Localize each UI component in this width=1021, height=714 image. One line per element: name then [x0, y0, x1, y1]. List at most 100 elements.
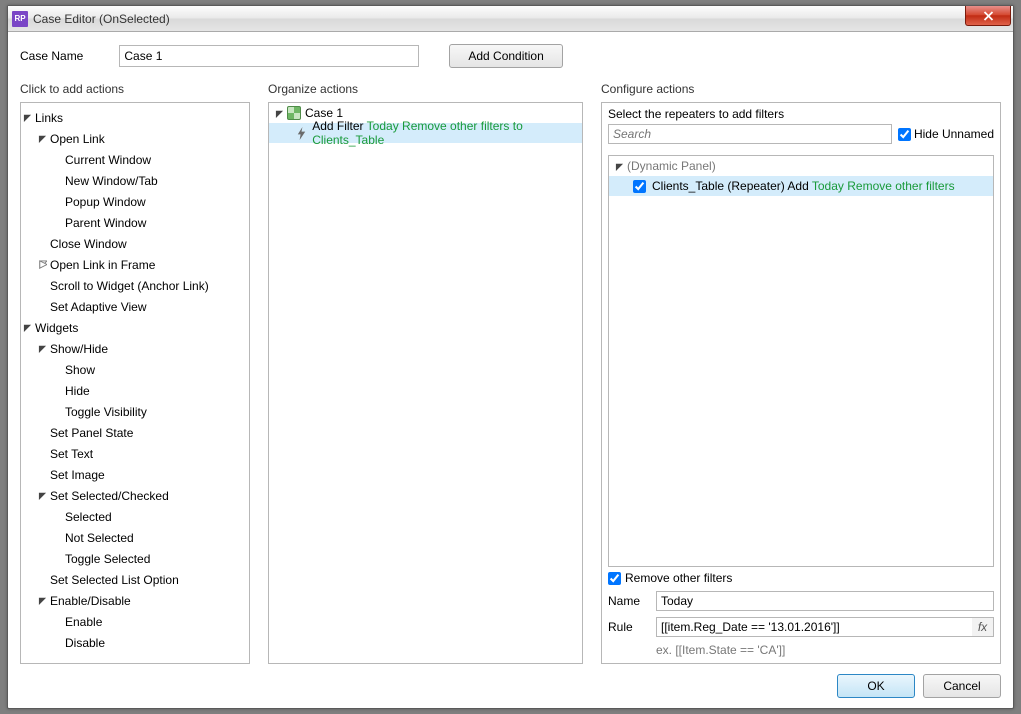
case-icon [287, 106, 301, 120]
action-tree-item[interactable]: Current Window [21, 149, 249, 170]
action-tree-item[interactable]: Disable [21, 632, 249, 653]
dialog-body: Case Name Add Condition Click to add act… [8, 32, 1013, 708]
chevron-down-icon [36, 490, 48, 502]
footer: OK Cancel [20, 664, 1001, 698]
action-tree-item[interactable]: Set Panel State [21, 422, 249, 443]
action-tree-item[interactable]: Set Text [21, 443, 249, 464]
chevron-down-icon [36, 343, 48, 355]
action-tree-item[interactable]: Parent Window [21, 212, 249, 233]
rule-example: ex. [[Item.State == 'CA']] [656, 643, 994, 657]
hide-unnamed-toggle[interactable]: Hide Unnamed [898, 127, 994, 141]
action-tree-label: Popup Window [65, 195, 146, 209]
organize-column: Organize actions Case 1 [268, 82, 583, 664]
tree-group-label: (Dynamic Panel) [627, 159, 716, 173]
close-icon [983, 11, 994, 21]
action-tree-item[interactable]: Show [21, 359, 249, 380]
action-tree-label: Open Link in Frame [50, 258, 155, 272]
chevron-down-icon [36, 595, 48, 607]
rule-label: Rule [608, 620, 648, 634]
action-tree-item[interactable]: Selected [21, 506, 249, 527]
tree-group-row[interactable]: (Dynamic Panel) [609, 156, 993, 176]
tree-item-checkbox[interactable] [633, 180, 646, 193]
search-input[interactable] [608, 124, 892, 144]
organize-action-row[interactable]: Add Filter Today Remove other filters to… [269, 123, 582, 143]
organize-panel: Case 1 Add Filter Today Remove other fil… [268, 102, 583, 664]
action-tree-label: Hide [65, 384, 90, 398]
ok-button[interactable]: OK [837, 674, 915, 698]
action-tree-label: Show [65, 363, 95, 377]
action-tree-item[interactable]: Toggle Selected [21, 548, 249, 569]
action-tree-item[interactable]: Scroll to Widget (Anchor Link) [21, 275, 249, 296]
remove-filters-row[interactable]: Remove other filters [608, 571, 994, 585]
action-tree-item[interactable]: Set Selected List Option [21, 569, 249, 590]
rule-row: Rule fx [608, 617, 994, 637]
action-tree-item[interactable]: Open Link [21, 128, 249, 149]
action-tree-item[interactable]: New Window/Tab [21, 170, 249, 191]
action-tree-label: Scroll to Widget (Anchor Link) [50, 279, 209, 293]
action-tree-item[interactable]: Set Image [21, 464, 249, 485]
action-tree-label: Disable [65, 636, 105, 650]
action-tree-item[interactable]: Set Adaptive View [21, 296, 249, 317]
action-tree-item[interactable]: Open Link in Frame [21, 254, 249, 275]
action-tree-label: Toggle Visibility [65, 405, 147, 419]
chevron-down-icon [613, 160, 625, 172]
action-tree-item[interactable]: Toggle Visibility [21, 401, 249, 422]
organize-case-label: Case 1 [305, 106, 343, 120]
action-tree-item[interactable]: Widgets [21, 317, 249, 338]
filter-name-input[interactable] [656, 591, 994, 611]
action-tree-label: Set Panel State [50, 426, 133, 440]
lightning-icon [295, 126, 308, 140]
action-tree-label: Parent Window [65, 216, 146, 230]
titlebar: RP Case Editor (OnSelected) [8, 6, 1013, 32]
chevron-down-icon [21, 322, 33, 334]
action-tree-item[interactable]: Popup Window [21, 191, 249, 212]
columns: Click to add actions LinksOpen LinkCurre… [20, 82, 1001, 664]
configure-subheader: Select the repeaters to add filters [602, 103, 1000, 124]
action-tree-label: Enable [65, 615, 102, 629]
action-tree-label: Set Selected List Option [50, 573, 179, 587]
action-tree-label: Set Selected/Checked [50, 489, 169, 503]
action-tree-label: Close Window [50, 237, 127, 251]
fx-button[interactable]: fx [972, 617, 994, 637]
actions-panel[interactable]: Links Open Link Current Window New Window/T… [20, 102, 250, 664]
action-tree-label: Set Adaptive View [50, 300, 147, 314]
action-tree-label: Open Link [50, 132, 105, 146]
configure-header: Configure actions [601, 82, 1001, 96]
configure-column: Configure actions Select the repeaters t… [601, 82, 1001, 664]
remove-filters-checkbox[interactable] [608, 572, 621, 585]
rule-input[interactable] [656, 617, 972, 637]
action-tree-label: Current Window [65, 153, 151, 167]
hide-unnamed-checkbox[interactable] [898, 128, 911, 141]
organize-action-text: Add Filter Today Remove other filters to… [312, 119, 582, 147]
action-tree-label: Enable/Disable [50, 594, 131, 608]
cancel-button[interactable]: Cancel [923, 674, 1001, 698]
action-tree-item[interactable]: Enable [21, 611, 249, 632]
chevron-right-icon [36, 259, 48, 271]
configure-search-row: Hide Unnamed [602, 124, 1000, 149]
action-tree-item[interactable]: Close Window [21, 233, 249, 254]
action-tree-label: Not Selected [65, 531, 134, 545]
repeater-tree[interactable]: (Dynamic Panel) Clients_Table (Repeater)… [608, 155, 994, 567]
tree-item-row[interactable]: Clients_Table (Repeater) Add Today Remov… [609, 176, 993, 196]
app-icon: RP [12, 11, 28, 27]
add-condition-button[interactable]: Add Condition [449, 44, 562, 68]
action-tree-label: Set Text [50, 447, 93, 461]
action-tree-item[interactable]: Hide [21, 380, 249, 401]
configure-form: Remove other filters Name Rule fx [608, 571, 994, 657]
action-tree-item[interactable]: Enable/Disable [21, 590, 249, 611]
remove-filters-label: Remove other filters [625, 571, 732, 585]
window-title: Case Editor (OnSelected) [33, 12, 965, 26]
top-row: Case Name Add Condition [20, 44, 1001, 68]
action-tree-item[interactable]: Set Selected/Checked [21, 485, 249, 506]
action-tree-label: New Window/Tab [65, 174, 158, 188]
action-tree-item[interactable]: Not Selected [21, 527, 249, 548]
case-editor-window: RP Case Editor (OnSelected) Case Name Ad… [7, 5, 1014, 709]
action-tree-item[interactable]: Show/Hide [21, 338, 249, 359]
action-tree-label: Links [35, 111, 63, 125]
case-name-input[interactable] [119, 45, 419, 67]
organize-header: Organize actions [268, 82, 583, 96]
chevron-down-icon [36, 133, 48, 145]
action-tree-item[interactable]: Links [21, 107, 249, 128]
chevron-down-icon [21, 112, 33, 124]
close-button[interactable] [965, 6, 1011, 26]
